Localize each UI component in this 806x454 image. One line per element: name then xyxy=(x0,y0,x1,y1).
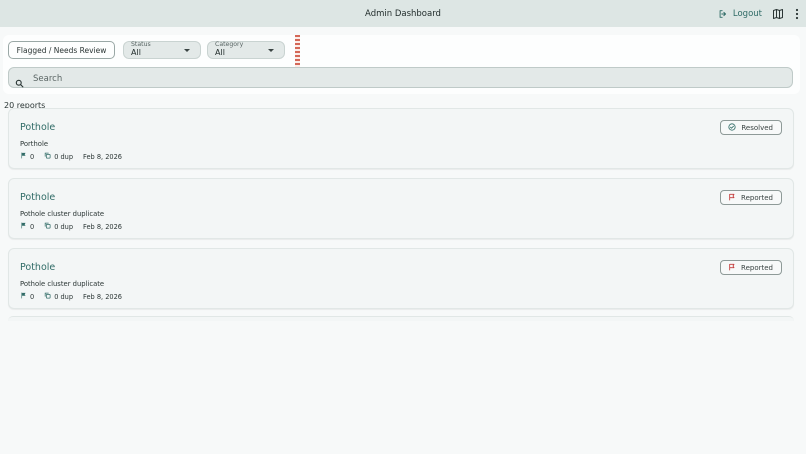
status-select-label: Status xyxy=(131,41,151,48)
category-select-label: Category xyxy=(215,41,244,48)
category-select-value: All xyxy=(215,48,225,57)
check-circle-icon xyxy=(728,122,736,133)
duplicate-icon xyxy=(44,292,51,301)
report-card[interactable]: Pothole Porthole 0 0 dup Feb 8, 2026 Res… xyxy=(8,108,794,169)
logout-button[interactable]: Logout xyxy=(718,9,762,19)
report-description: Pothole cluster duplicate xyxy=(20,280,105,288)
flag-count: 0 xyxy=(30,152,35,161)
report-card[interactable]: Pothole Pothole cluster duplicate 0 0 du… xyxy=(8,248,794,309)
status-select[interactable]: Status All xyxy=(123,35,300,73)
status-badge-label: Resolved xyxy=(741,123,773,132)
flag-icon xyxy=(20,292,27,301)
flag-count: 0 xyxy=(30,292,35,301)
status-badge-label: Reported xyxy=(741,263,773,272)
next-report-card-edge xyxy=(8,316,794,321)
report-date: Feb 8, 2026 xyxy=(83,292,122,301)
category-select[interactable]: Category All xyxy=(207,41,285,59)
status-badge-label: Reported xyxy=(741,193,773,202)
search-input[interactable] xyxy=(31,71,775,87)
report-card[interactable]: Pothole Pothole cluster duplicate 0 0 du… xyxy=(8,178,794,239)
logout-icon xyxy=(718,9,728,19)
appbar-actions: Logout xyxy=(718,0,800,27)
logout-label: Logout xyxy=(732,8,762,19)
flag-icon xyxy=(20,152,27,161)
filter-panel: Flagged / Needs Review Status All Catego… xyxy=(3,35,800,94)
search-bar xyxy=(8,67,793,88)
flag-outline-icon xyxy=(728,263,736,273)
flag-icon xyxy=(20,222,27,231)
page-title: Admin Dashboard xyxy=(365,8,441,19)
map-icon[interactable] xyxy=(772,8,784,20)
report-description: Porthole xyxy=(20,140,49,148)
status-badge[interactable]: Reported xyxy=(720,260,782,275)
flagged-filter-chip[interactable]: Flagged / Needs Review xyxy=(8,41,115,59)
report-description: Pothole cluster duplicate xyxy=(20,210,105,218)
status-select-value: All xyxy=(131,48,141,57)
duplicate-icon xyxy=(44,222,51,231)
app-bar: Admin Dashboard Logout xyxy=(0,0,806,27)
chevron-down-icon xyxy=(268,49,274,52)
report-meta: 0 0 dup Feb 8, 2026 xyxy=(20,222,122,231)
report-title: Pothole xyxy=(20,192,56,203)
duplicate-count: 0 dup xyxy=(54,292,74,301)
report-meta: 0 0 dup Feb 8, 2026 xyxy=(20,292,122,301)
chevron-down-icon xyxy=(184,49,190,52)
status-badge[interactable]: Reported xyxy=(720,190,782,205)
flag-count: 0 xyxy=(30,222,35,231)
search-icon xyxy=(15,73,24,92)
duplicate-count: 0 dup xyxy=(54,152,74,161)
more-vert-icon[interactable] xyxy=(794,8,800,20)
report-date: Feb 8, 2026 xyxy=(83,222,122,231)
report-meta: 0 0 dup Feb 8, 2026 xyxy=(20,152,122,161)
report-date: Feb 8, 2026 xyxy=(83,152,122,161)
flag-outline-icon xyxy=(728,193,736,203)
duplicate-icon xyxy=(44,152,51,161)
status-badge[interactable]: Resolved xyxy=(720,120,782,135)
report-title: Pothole xyxy=(20,122,56,133)
report-title: Pothole xyxy=(20,262,56,273)
duplicate-count: 0 dup xyxy=(54,222,74,231)
